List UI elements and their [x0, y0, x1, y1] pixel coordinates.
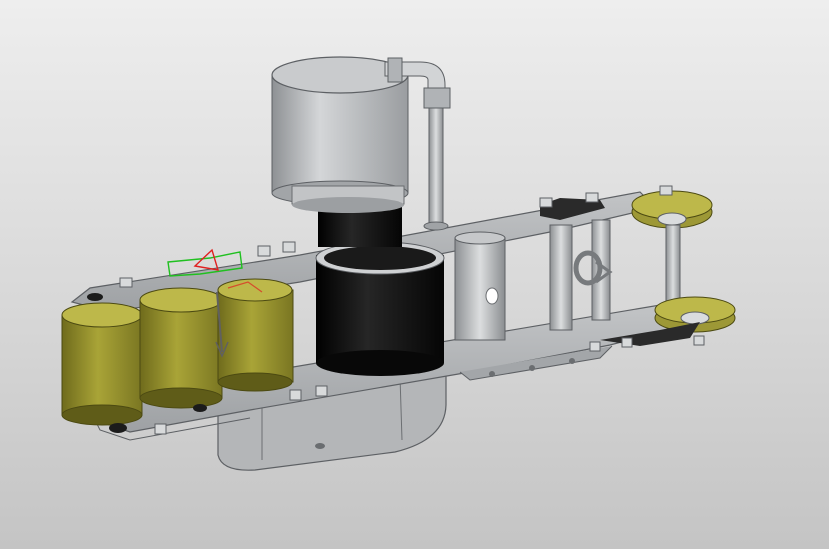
roller-1[interactable]	[61, 302, 143, 426]
strut-center[interactable]	[454, 231, 506, 341]
support-rod[interactable]	[423, 107, 449, 231]
roller-2[interactable]	[139, 287, 223, 409]
roller-3[interactable]	[217, 278, 294, 392]
cad-model-canvas[interactable]	[0, 0, 829, 549]
wheel-top[interactable]	[631, 190, 713, 229]
drive-drum[interactable]	[315, 241, 445, 376]
cad-viewport[interactable]	[0, 0, 829, 549]
